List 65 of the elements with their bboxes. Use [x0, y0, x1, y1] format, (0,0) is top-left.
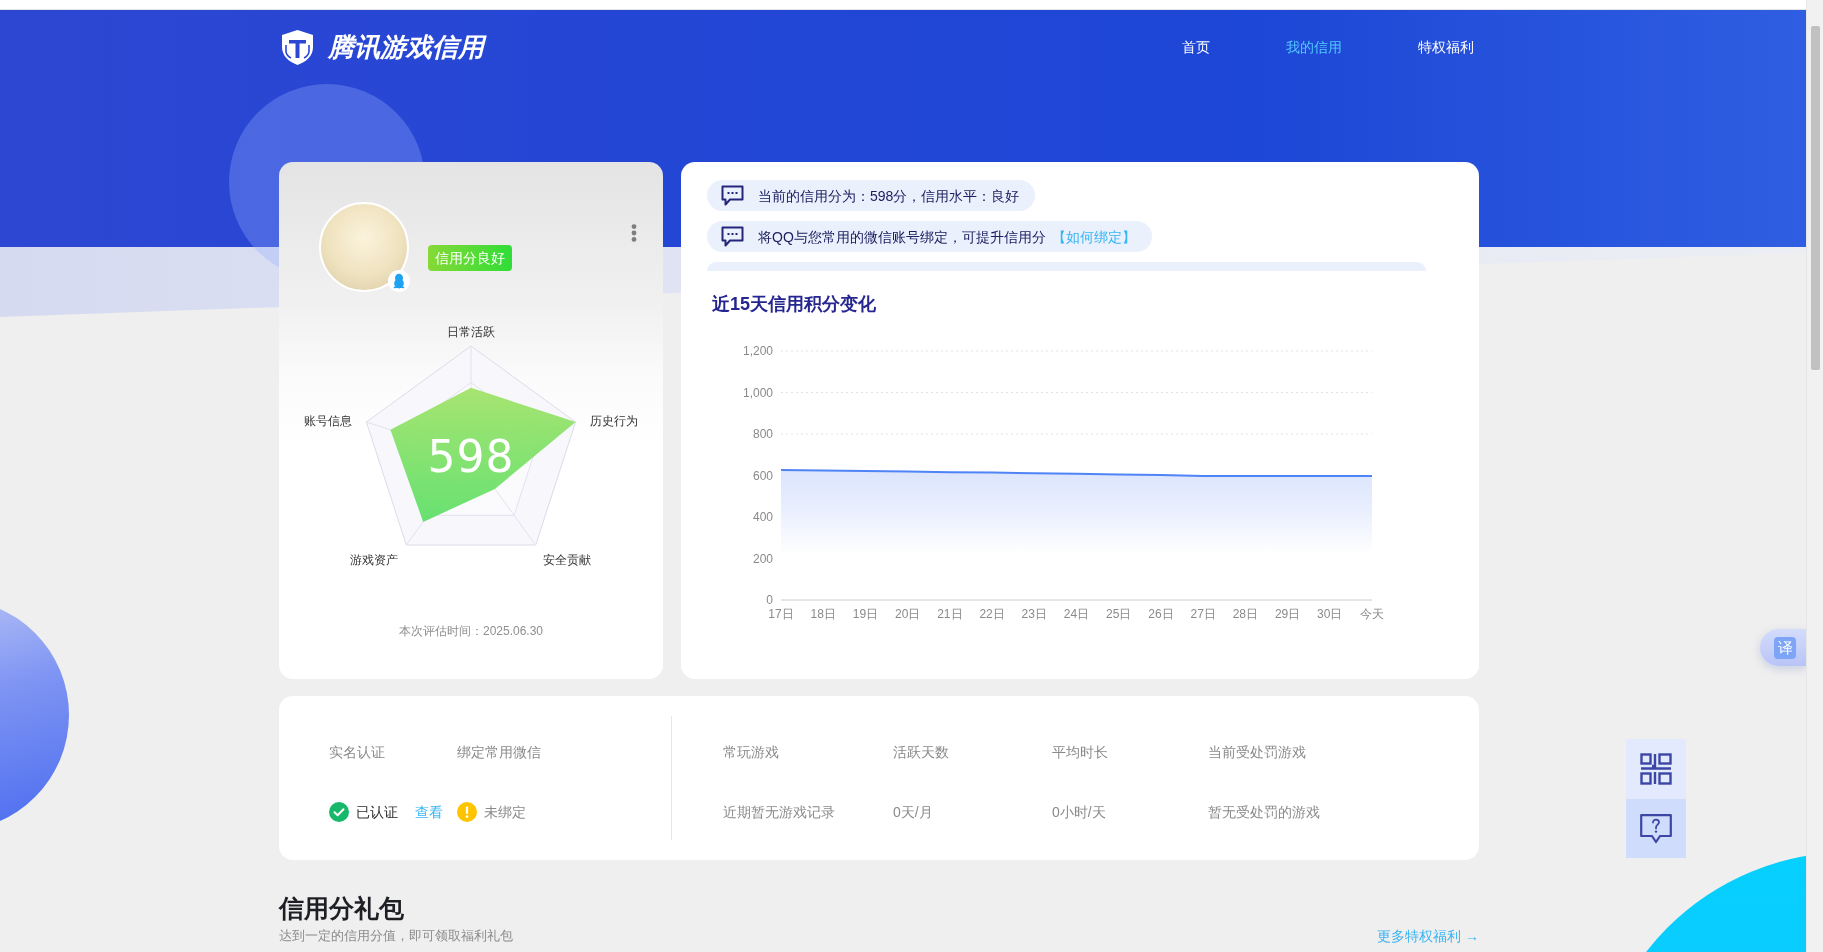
radar-axis-label: 日常活跃 [447, 325, 495, 339]
x-axis-label: 28日 [1232, 607, 1259, 621]
stat-label: 常玩游戏 [723, 743, 779, 762]
x-axis-label: 23日 [1021, 607, 1047, 621]
x-axis-label: 19日 [852, 607, 879, 621]
stat-label: 实名认证 [329, 743, 385, 762]
nav-link[interactable]: 特权福利 [1418, 37, 1474, 57]
evaluation-time: 本次评估时间：2025.06.30 [398, 623, 544, 640]
y-axis-label: 200 [752, 551, 773, 566]
section-title: 信用分礼包 [279, 893, 404, 923]
how-to-bind-link[interactable]: 【如何绑定】 [1051, 228, 1136, 245]
score-value: 598 [427, 431, 515, 482]
translate-button[interactable]: 译 [1774, 636, 1796, 659]
help-icon [1640, 813, 1672, 844]
help-button[interactable] [1626, 799, 1686, 858]
credit-level-badge: 信用分良好 [428, 245, 512, 271]
radar-axis-label: 安全贡献 [542, 553, 591, 567]
chart-title: 近15天信用积分变化 [712, 293, 878, 316]
stat-label: 活跃天数 [893, 743, 949, 762]
x-axis-label: 27日 [1190, 607, 1216, 621]
notice-text: 将QQ与您常用的微信账号绑定，可提升信用分 【如何绑定】 [758, 227, 1136, 247]
x-axis-label: 30日 [1317, 607, 1343, 621]
more-benefits-link[interactable]: 更多特权福利 → [1377, 927, 1479, 945]
penguin-icon [388, 270, 410, 292]
message-icon [721, 185, 744, 206]
x-axis-label: 20日 [894, 607, 921, 621]
nav-link[interactable]: 我的信用 [1286, 37, 1342, 57]
stat-value: 暂无受处罚的游戏 [1208, 803, 1320, 822]
y-axis-label: 400 [752, 510, 773, 524]
y-axis-label: 1,000 [742, 385, 773, 400]
x-axis-label: 17日 [768, 607, 794, 621]
y-axis-label: 0 [766, 593, 773, 607]
stat-label: 平均时长 [1052, 743, 1108, 762]
check-icon [329, 802, 349, 822]
x-axis-label: 今天 [1360, 607, 1384, 621]
message-icon [721, 226, 744, 247]
stat-label: 当前受处罚游戏 [1208, 743, 1306, 762]
status-text: 未绑定 [484, 803, 526, 822]
x-axis-label: 18日 [810, 607, 836, 621]
warning-icon [457, 802, 477, 822]
shield-logo-icon [279, 28, 316, 66]
x-axis-label: 21日 [937, 607, 963, 621]
qr-code-icon [1640, 753, 1672, 785]
radar-axis-label: 游戏资产 [350, 553, 399, 567]
y-axis-label: 1,200 [742, 344, 773, 358]
notice-text: 当前的信用分为：598分，信用水平：良好 [758, 186, 1020, 206]
x-axis-label: 25日 [1106, 607, 1132, 621]
qr-code-button[interactable] [1626, 739, 1686, 799]
y-axis-label: 600 [752, 468, 773, 483]
view-link[interactable]: 查看 [415, 802, 443, 822]
stat-label: 绑定常用微信 [457, 743, 541, 762]
x-axis-label: 22日 [979, 607, 1005, 621]
nav-link[interactable]: 首页 [1182, 37, 1210, 57]
radar-axis-label: 账号信息 [304, 414, 353, 428]
x-axis-label: 24日 [1063, 607, 1090, 621]
stat-value: 0小时/天 [1052, 803, 1106, 822]
radar-axis-label: 历史行为 [589, 414, 638, 428]
stat-value: 近期暂无游戏记录 [723, 803, 835, 822]
scrollbar-thumb[interactable] [1811, 26, 1820, 370]
stat-value: 0天/月 [893, 803, 933, 822]
more-icon[interactable] [631, 224, 637, 242]
x-axis-label: 29日 [1274, 607, 1301, 621]
status-text: 已认证 [356, 803, 398, 822]
y-axis-label: 800 [752, 427, 773, 441]
x-axis-label: 26日 [1148, 607, 1174, 621]
